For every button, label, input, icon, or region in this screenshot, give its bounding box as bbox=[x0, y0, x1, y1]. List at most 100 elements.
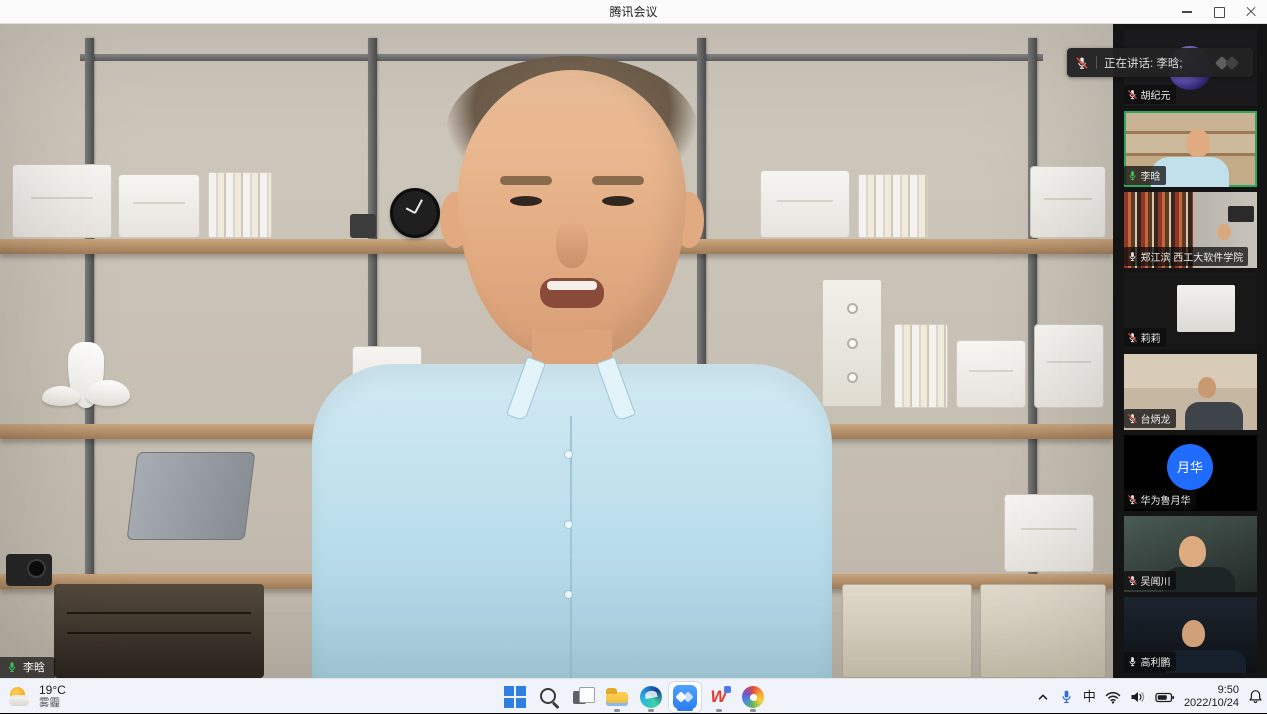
cabinet bbox=[842, 584, 972, 678]
storage-box bbox=[760, 170, 850, 238]
participant-name-chip: 台炳龙 bbox=[1124, 409, 1176, 428]
start-icon bbox=[503, 685, 527, 709]
participant-tile[interactable]: 吴闻川 bbox=[1124, 516, 1257, 592]
sun-cloud-icon bbox=[8, 686, 32, 708]
shelf-post bbox=[85, 38, 94, 613]
divider bbox=[1096, 56, 1097, 69]
camera bbox=[6, 554, 52, 586]
participant-tile[interactable]: 月华 华为鲁月华 bbox=[1124, 435, 1257, 511]
volume-icon[interactable] bbox=[1130, 690, 1146, 704]
mic-muted-icon bbox=[1075, 56, 1089, 70]
wps-icon bbox=[707, 685, 731, 709]
mic-unmuted-icon bbox=[6, 661, 18, 673]
participant-name-chip: 华为鲁月华 bbox=[1124, 490, 1196, 509]
file-organizer bbox=[822, 279, 882, 407]
mic-muted-icon bbox=[1127, 89, 1138, 100]
mic-icon bbox=[1127, 170, 1138, 181]
participant-name-chip: 郑江滨 西工大软件学院 bbox=[1124, 247, 1249, 266]
ime-indicator[interactable]: 中 bbox=[1083, 690, 1096, 703]
participant-tile[interactable]: 莉莉 bbox=[1124, 273, 1257, 349]
books bbox=[208, 172, 272, 238]
running-indicator bbox=[648, 709, 654, 712]
weather-condition: 雾霾 bbox=[39, 697, 66, 709]
main-speaker-name: 李晗 bbox=[23, 659, 45, 675]
windows-taskbar: 19°C 雾霾 中 9:50 2022/10/24 bbox=[0, 678, 1267, 713]
participant-name: 郑江滨 西工大软件学院 bbox=[1141, 249, 1244, 264]
taskbar-app-wps[interactable] bbox=[702, 681, 736, 713]
books bbox=[894, 324, 948, 408]
participant-tile[interactable]: 郑江滨 西工大软件学院 bbox=[1124, 192, 1257, 268]
microphone-tray-icon[interactable] bbox=[1059, 689, 1074, 704]
participant-name-chip: 高利鹏 bbox=[1124, 652, 1176, 671]
battery-icon[interactable] bbox=[1155, 690, 1175, 704]
speaker-face bbox=[458, 70, 686, 358]
notification-bell-icon[interactable] bbox=[1248, 689, 1263, 704]
taskbar-app-start[interactable] bbox=[498, 681, 532, 713]
tray-time: 9:50 bbox=[1218, 684, 1239, 697]
participant-name: 胡纪元 bbox=[1141, 87, 1171, 102]
speaking-indicator: 正在讲话: 李晗; bbox=[1067, 48, 1253, 77]
avatar: 月华 bbox=[1167, 444, 1213, 490]
mic-muted-icon bbox=[1127, 332, 1138, 343]
mic-muted-icon bbox=[1127, 575, 1138, 586]
minimize-button[interactable] bbox=[1171, 0, 1203, 24]
wifi-icon[interactable] bbox=[1105, 690, 1121, 704]
window-title: 腾讯会议 bbox=[609, 3, 657, 20]
participant-name-chip: 李晗 bbox=[1124, 166, 1166, 185]
wall-clock bbox=[390, 188, 440, 238]
taskbar-apps bbox=[498, 680, 770, 713]
books bbox=[858, 174, 928, 238]
participant-name: 李晗 bbox=[1141, 168, 1161, 183]
edge-icon bbox=[639, 685, 663, 709]
small-box bbox=[350, 214, 376, 238]
meeting-window: 李晗 胡纪元 李晗 郑江滨 西工大软件学院 莉莉 台炳龙月华 华为鲁月华 吴闻川 bbox=[0, 24, 1267, 678]
taskview-icon bbox=[571, 685, 595, 709]
meeting-icon bbox=[673, 685, 697, 709]
system-tray: 中 9:50 2022/10/24 bbox=[1036, 679, 1263, 714]
maximize-button[interactable] bbox=[1203, 0, 1235, 24]
storage-box bbox=[1004, 494, 1094, 572]
bowl bbox=[86, 380, 130, 406]
participant-tile[interactable]: 李晗 bbox=[1124, 111, 1257, 187]
speaker-eyebrow bbox=[500, 176, 552, 185]
chevron-up-icon[interactable] bbox=[1036, 690, 1050, 704]
close-button[interactable] bbox=[1235, 0, 1267, 24]
speaker-eye bbox=[510, 196, 542, 206]
taskbar-app-explorer[interactable] bbox=[600, 681, 634, 713]
participant-tile[interactable]: 高利鹏 bbox=[1124, 597, 1257, 673]
search-icon bbox=[537, 685, 561, 709]
mic-muted-icon bbox=[1127, 494, 1138, 505]
taskbar-app-meeting[interactable] bbox=[668, 681, 702, 713]
participant-tile[interactable]: 台炳龙 bbox=[1124, 354, 1257, 430]
running-indicator bbox=[614, 709, 620, 712]
participant-name: 高利鹏 bbox=[1141, 654, 1171, 669]
participant-name-chip: 胡纪元 bbox=[1124, 85, 1176, 104]
weather-widget[interactable]: 19°C 雾霾 bbox=[8, 681, 66, 712]
taskbar-app-palette[interactable] bbox=[736, 681, 770, 713]
storage-box bbox=[118, 174, 200, 238]
participants-sidebar: 胡纪元 李晗 郑江滨 西工大软件学院 莉莉 台炳龙月华 华为鲁月华 吴闻川 高利… bbox=[1113, 24, 1267, 678]
participant-name: 吴闻川 bbox=[1141, 573, 1171, 588]
participant-name-chip: 吴闻川 bbox=[1124, 571, 1176, 590]
taskbar-clock[interactable]: 9:50 2022/10/24 bbox=[1184, 684, 1239, 710]
storage-box bbox=[956, 340, 1026, 408]
taskbar-app-search[interactable] bbox=[532, 681, 566, 713]
main-video[interactable]: 李晗 bbox=[0, 24, 1113, 678]
participant-name: 莉莉 bbox=[1141, 330, 1161, 345]
running-indicator bbox=[716, 709, 722, 712]
speaker-eyebrow bbox=[592, 176, 644, 185]
taskbar-app-edge[interactable] bbox=[634, 681, 668, 713]
speaker-nose bbox=[556, 220, 588, 268]
weather-temp: 19°C bbox=[39, 684, 66, 697]
mic-icon bbox=[1127, 656, 1138, 667]
taskbar-app-taskview[interactable] bbox=[566, 681, 600, 713]
tencent-meeting-logo-watermark bbox=[1215, 55, 1245, 71]
drawer-cabinet bbox=[54, 584, 264, 678]
window-titlebar[interactable]: 腾讯会议 bbox=[0, 0, 1267, 24]
participant-name-chip: 莉莉 bbox=[1124, 328, 1166, 347]
speaker-teeth bbox=[547, 281, 597, 290]
storage-box bbox=[1030, 166, 1106, 238]
cabinet bbox=[980, 584, 1106, 678]
participant-name: 华为鲁月华 bbox=[1141, 492, 1191, 507]
mic-muted-icon bbox=[1127, 413, 1138, 424]
